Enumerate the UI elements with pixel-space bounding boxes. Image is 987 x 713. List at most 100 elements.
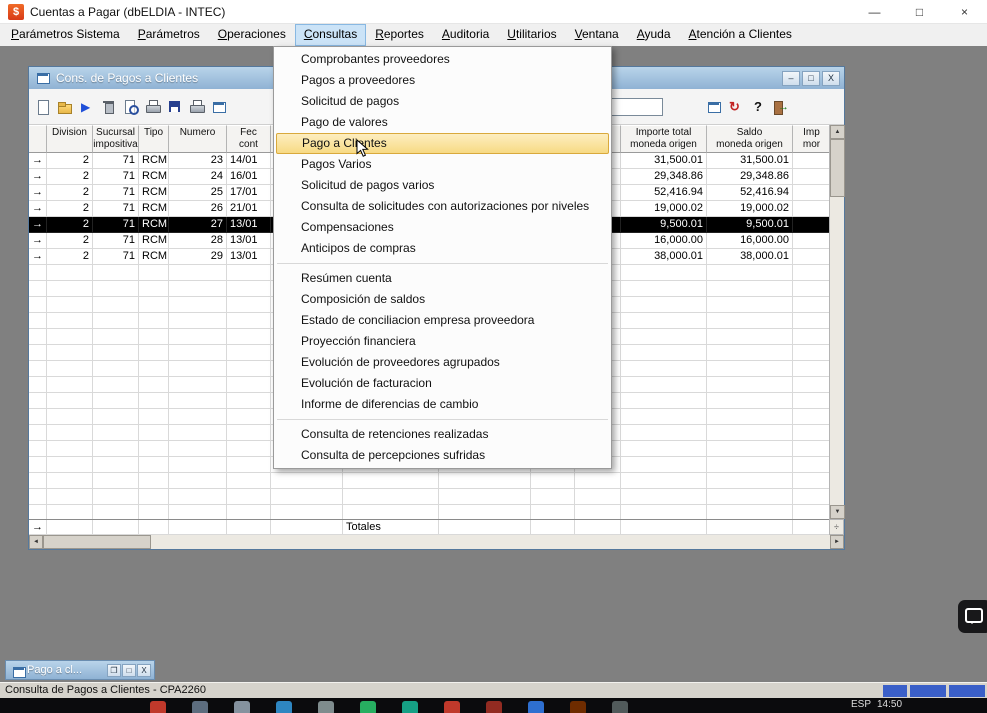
grid-cell[interactable]: 25 [169,185,227,201]
taskbar[interactable]: ESP 14:50 [0,698,987,713]
delete-button[interactable] [99,96,119,118]
grid-cell[interactable]: 29,348.86 [621,169,707,185]
export-button[interactable] [209,96,229,118]
child-minimize-button[interactable]: – [782,71,800,86]
grid-cell[interactable]: 16,000.00 [621,233,707,249]
child-close-button[interactable]: X [822,71,840,86]
grid-cell[interactable]: RCM [139,153,169,169]
vertical-scrollbar-thumb[interactable] [830,139,845,197]
maximize-button[interactable]: □ [897,0,942,23]
grid-cell[interactable]: 13/01 [227,233,271,249]
grid-cell[interactable]: 71 [93,185,139,201]
grid-cell[interactable]: RCM [139,169,169,185]
menu-item-consulta-de-retenciones-realizadas[interactable]: Consulta de retenciones realizadas [276,424,609,445]
menu-item-solicitud-de-pagos-varios[interactable]: Solicitud de pagos varios [276,175,609,196]
grid-cell[interactable]: 71 [93,233,139,249]
grid-cell[interactable]: 71 [93,153,139,169]
grid-cell[interactable]: 29,348.86 [707,169,793,185]
grid-cell[interactable]: 71 [93,201,139,217]
taskbar-app-icon[interactable] [528,701,544,713]
menu-item-pago-de-valores[interactable]: Pago de valores [276,112,609,133]
grid-cell[interactable]: RCM [139,249,169,265]
grid-cell[interactable]: 29 [169,249,227,265]
grid-cell[interactable]: 52,416.94 [621,185,707,201]
menu-item-evolucion-de-facturacion[interactable]: Evolución de facturacion [276,373,609,394]
grid-cell[interactable] [793,217,829,233]
grid-cell[interactable]: 2 [47,217,93,233]
menu-item-informe-de-diferencias-de-cambio[interactable]: Informe de diferencias de cambio [276,394,609,415]
grid-cell[interactable]: 28 [169,233,227,249]
grid-cell[interactable]: 13/01 [227,217,271,233]
min-maximize-button[interactable]: □ [122,664,136,677]
grid-cell[interactable]: RCM [139,201,169,217]
refresh-button[interactable] [726,96,746,118]
menubar-item-utilitarios[interactable]: Utilitarios [498,24,565,46]
grid-cell[interactable]: 38,000.01 [707,249,793,265]
grid-cell[interactable]: 71 [93,169,139,185]
grid-cell[interactable]: RCM [139,185,169,201]
taskbar-app-icon[interactable] [486,701,502,713]
menu-item-composicion-de-saldos[interactable]: Composición de saldos [276,289,609,310]
grid-cell[interactable]: 71 [93,249,139,265]
exit-button[interactable] [770,96,790,118]
menu-item-estado-de-conciliacion-empresa-proveedora[interactable]: Estado de conciliacion empresa proveedor… [276,310,609,331]
menubar-item-ventana[interactable]: Ventana [566,24,628,46]
grid-cell[interactable]: 2 [47,153,93,169]
grid-cell[interactable] [793,185,829,201]
close-button[interactable]: × [942,0,987,23]
print-button[interactable] [143,96,163,118]
grid-cell[interactable]: 14/01 [227,153,271,169]
save-button[interactable] [165,96,185,118]
menubar-item-ayuda[interactable]: Ayuda [628,24,680,46]
taskbar-language[interactable]: ESP [851,699,871,710]
grid-cell[interactable]: 2 [47,233,93,249]
grid-cell[interactable]: 27 [169,217,227,233]
horizontal-scrollbar-thumb[interactable] [43,535,151,549]
grid-cell[interactable]: 24 [169,169,227,185]
minimize-button[interactable]: — [852,0,897,23]
help-button[interactable] [748,96,768,118]
grid-cell[interactable]: 19,000.02 [621,201,707,217]
grid-cell[interactable]: 17/01 [227,185,271,201]
grid-cell[interactable]: 9,500.01 [621,217,707,233]
grid-cell[interactable]: 26 [169,201,227,217]
grid-cell[interactable]: 71 [93,217,139,233]
screen-overlay-widget[interactable] [958,600,987,633]
grid-cell[interactable]: 31,500.01 [621,153,707,169]
taskbar-app-icon[interactable] [234,701,250,713]
folder-button[interactable] [55,96,75,118]
taskbar-app-icon[interactable] [150,701,166,713]
titlebar[interactable]: $ Cuentas a Pagar (dbELDIA - INTEC) — □ … [0,0,987,24]
grid-cell[interactable]: 16,000.00 [707,233,793,249]
grid-cell[interactable] [793,233,829,249]
table-button[interactable] [704,96,724,118]
run-button[interactable] [77,96,97,118]
menubar-item-atencion-a-clientes[interactable]: Atención a Clientes [680,24,801,46]
menu-item-consulta-de-percepciones-sufridas[interactable]: Consulta de percepciones sufridas [276,445,609,466]
min-close-button[interactable]: X [137,664,151,677]
print-setup-button[interactable] [187,96,207,118]
grid-cell[interactable]: 19,000.02 [707,201,793,217]
menubar-item-operaciones[interactable]: Operaciones [209,24,295,46]
grid-cell[interactable] [793,153,829,169]
taskbar-app-icon[interactable] [276,701,292,713]
taskbar-app-icon[interactable] [192,701,208,713]
grid-cell[interactable]: 13/01 [227,249,271,265]
grid-cell[interactable]: 2 [47,185,93,201]
menu-item-compensaciones[interactable]: Compensaciones [276,217,609,238]
grid-cell[interactable]: 21/01 [227,201,271,217]
preview-button[interactable] [121,96,141,118]
grid-cell[interactable]: 16/01 [227,169,271,185]
menubar-item-parametros-sistema[interactable]: Parámetros Sistema [2,24,129,46]
grid-cell[interactable]: 2 [47,249,93,265]
taskbar-app-icon[interactable] [360,701,376,713]
grid-cell[interactable] [793,201,829,217]
taskbar-app-icon[interactable] [402,701,418,713]
child-maximize-button[interactable]: □ [802,71,820,86]
taskbar-app-icon[interactable] [444,701,460,713]
scroll-down-icon[interactable] [830,505,845,519]
grid-cell[interactable]: 52,416.94 [707,185,793,201]
menu-item-resumen-cuenta[interactable]: Resúmen cuenta [276,268,609,289]
menu-item-pagos-varios[interactable]: Pagos Varios [276,154,609,175]
menubar-item-consultas[interactable]: Consultas [295,24,366,46]
